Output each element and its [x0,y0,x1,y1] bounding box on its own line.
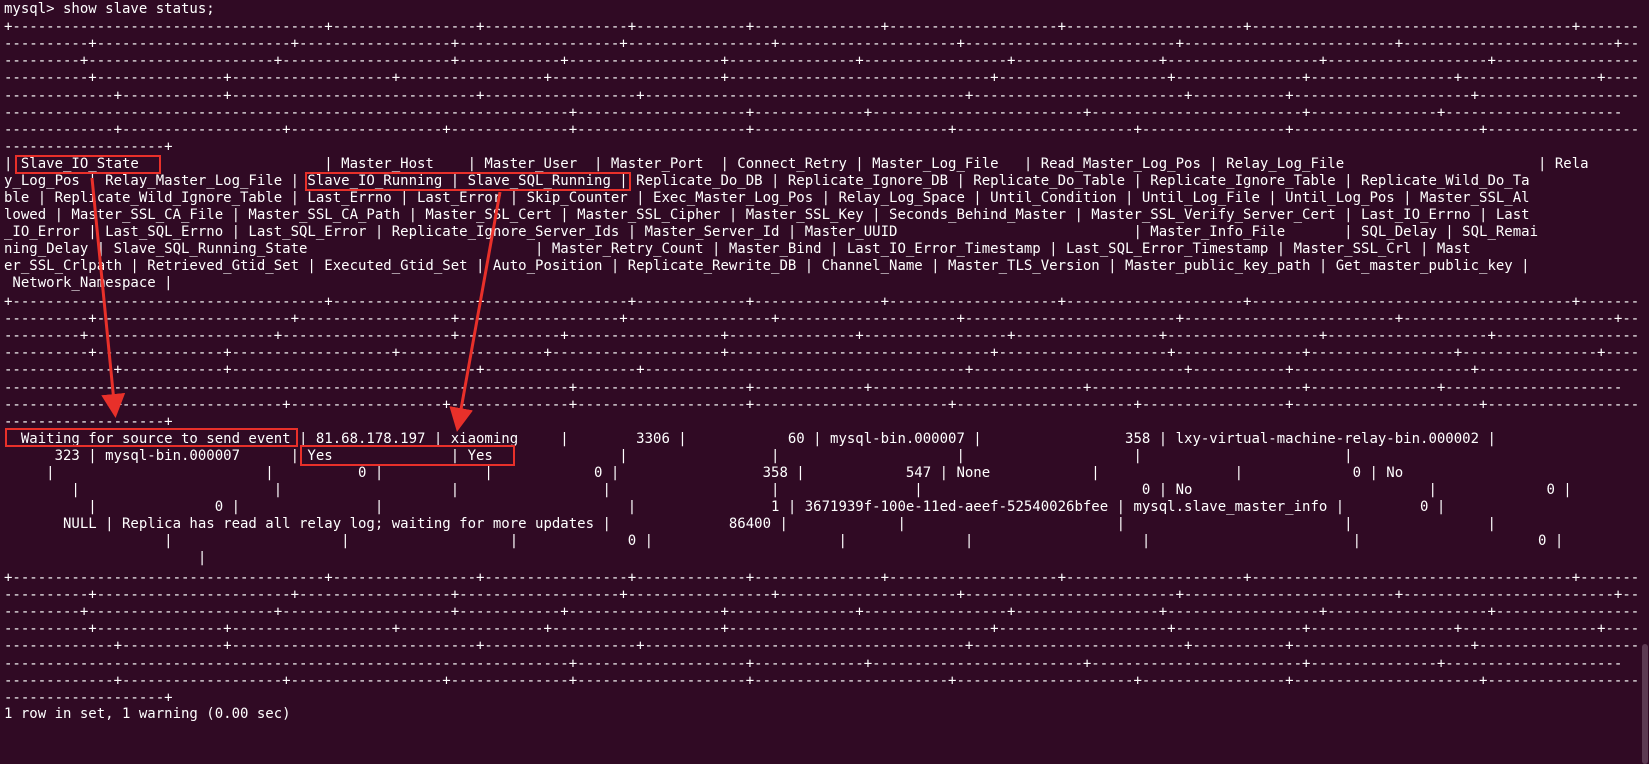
table-header-line: Network_Namespace | [4,275,173,291]
table-header-line: y_Log_Pos | Relay_Master_Log_File | Slav… [4,173,1530,189]
table-border-line: ---------+----------------------+-------… [4,328,1649,344]
table-border-line: ---------+----------------------+-------… [4,604,1649,620]
annotation-box-yes-values [300,445,515,466]
table-row-line: 323 | mysql-bin.000007 | Yes | Yes | | |… [4,448,1353,464]
scrollbar[interactable] [1641,0,1649,764]
table-row-line: | | 0 | | 0 | 358 | 547 | None | | 0 | N… [4,465,1404,481]
table-border-line: ----------------------------------------… [4,380,1623,396]
table-header-line: _IO_Error | Last_SQL_Errno | Last_SQL_Er… [4,224,1539,240]
table-border-line: +-------------------------------------+-… [4,294,1649,310]
table-row-line: | [4,550,207,566]
table-header-line: | Slave_IO_State | Master_Host | Master_… [4,156,1589,172]
annotation-box-slave-io-state-header [15,155,161,174]
table-border-line: +-------------------------------------+-… [4,570,1649,586]
table-border-line: ----------+-----------------------+-----… [4,36,1649,52]
table-border-line: -------------+-------------------+------… [4,673,1649,689]
table-border-line: ----------+---------------+-------------… [4,70,1649,86]
table-row-line: | | | | | | 0 | No | 0 | [4,482,1572,498]
table-header-line: er_SSL_Crlpath | Retrieved_Gtid_Set | Ex… [4,258,1530,274]
table-border-line: -------------+------------+-------------… [4,88,1649,104]
table-border-line: -------------+-------------------+------… [4,122,1649,138]
scrollbar-thumb[interactable] [1642,644,1648,764]
annotation-box-waiting-value [5,428,298,447]
table-border-line: ----------+-----------------------+-----… [4,587,1649,603]
table-border-line: ----------------------------------------… [4,105,1623,121]
table-row-line: | | | 0 | | | | | 0 | [4,533,1564,549]
table-border-line: ----------+---------------+-------------… [4,345,1649,361]
table-header-line: ning_Delay | Slave_SQL_Running_State | M… [4,241,1471,257]
table-row-line: NULL | Replica has read all relay log; w… [4,516,1496,532]
table-border-line: ----------+---------------+-------------… [4,621,1649,637]
command-prompt-line: mysql> show slave status; [4,1,215,17]
table-header-line: ble | Replicate_Wild_Ignore_Table | Last… [4,190,1530,206]
table-border-line: -------------+-------------------+------… [4,397,1649,413]
table-row-line: | 0 | | | 1 | 3671939f-100e-11ed-aeef-52… [4,499,1446,515]
result-summary-line: 1 row in set, 1 warning (0.00 sec) [4,706,291,722]
table-border-line: ----------------------------------------… [4,656,1623,672]
table-border-line: -------------------+ [4,139,173,155]
table-border-line: -------------------+ [4,690,173,706]
terminal-window[interactable]: mysql> show slave status; +-------------… [0,0,1649,764]
table-border-line: ---------+----------------------+-------… [4,53,1649,69]
table-border-line: -------------+------------+-------------… [4,362,1649,378]
table-border-line: -------------+------------+-------------… [4,638,1649,654]
table-header-line: lowed | Master_SSL_CA_File | Master_SSL_… [4,207,1530,223]
table-border-line: ----------+-----------------------+-----… [4,311,1649,327]
annotation-box-running-headers [305,172,631,191]
table-border-line: +-------------------------------------+-… [4,19,1649,35]
